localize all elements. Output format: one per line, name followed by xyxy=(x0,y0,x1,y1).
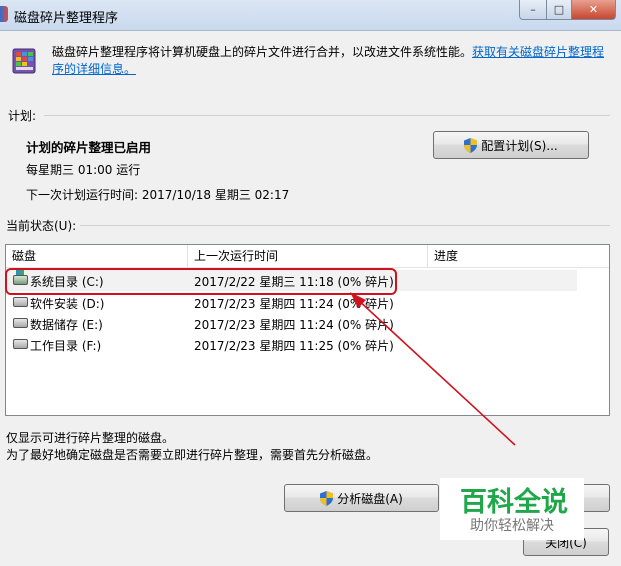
annotation-arrow-icon xyxy=(350,292,516,446)
hard-drive-icon xyxy=(13,318,28,328)
watermark-title: 百科全说 xyxy=(460,487,568,518)
shield-icon xyxy=(320,490,334,506)
note-defraggable-disks: 仅显示可进行碎片整理的磁盘。 xyxy=(6,431,175,445)
current-status-label: 当前状态(U): xyxy=(6,219,77,233)
disk-name: 工作目录 (F:) xyxy=(30,339,102,353)
note-analyze-first: 为了最好地确定磁盘是否需要立即进行碎片整理，需要首先分析磁盘。 xyxy=(6,448,379,462)
defrag-app-icon xyxy=(0,6,8,22)
minimize-button[interactable]: – xyxy=(519,0,547,20)
watermark-subtitle: 助你轻松解决 xyxy=(470,518,554,534)
hard-drive-icon xyxy=(13,339,28,349)
column-header-disk[interactable]: 磁盘 xyxy=(6,245,188,267)
next-run-time: 下一次计划运行时间: 2017/10/18 星期三 02:17 xyxy=(26,188,290,202)
schedule-frequency: 每星期三 01:00 运行 xyxy=(26,163,141,177)
disk-name: 数据储存 (E:) xyxy=(30,318,103,332)
analyze-disk-label: 分析磁盘(A) xyxy=(337,491,403,506)
defrag-app-icon xyxy=(12,48,36,74)
divider xyxy=(44,115,610,116)
maximize-button[interactable]: □ xyxy=(546,0,572,20)
shield-icon xyxy=(464,137,478,153)
column-header-progress[interactable]: 进度 xyxy=(428,245,609,267)
divider xyxy=(80,225,610,226)
description-text: 磁盘碎片整理程序将计算机硬盘上的碎片文件进行合并，以改进文件系统性能。 xyxy=(52,45,473,59)
analyze-disk-button[interactable]: 分析磁盘(A) xyxy=(284,484,439,512)
title-bar[interactable]: 磁盘碎片整理程序 – □ ✕ xyxy=(0,0,621,31)
defragment-disk-button[interactable] xyxy=(580,484,610,512)
close-window-button[interactable]: ✕ xyxy=(571,0,616,20)
annotation-highlight-box xyxy=(5,268,397,295)
window-title: 磁盘碎片整理程序 xyxy=(14,11,119,26)
description: 磁盘碎片整理程序将计算机硬盘上的碎片文件进行合并，以改进文件系统性能。获取有关磁… xyxy=(52,44,612,78)
column-header-last-run[interactable]: 上一次运行时间 xyxy=(188,245,428,267)
schedule-group-label: 计划: xyxy=(8,109,37,123)
schedule-status: 计划的碎片整理已启用 xyxy=(26,140,152,155)
hard-drive-icon xyxy=(13,297,28,307)
configure-schedule-label: 配置计划(S)... xyxy=(481,138,558,153)
watermark-logo: 百科全说 助你轻松解决 xyxy=(440,478,584,540)
configure-schedule-button[interactable]: 配置计划(S)... xyxy=(433,131,589,159)
disk-name: 软件安装 (D:) xyxy=(30,297,105,311)
